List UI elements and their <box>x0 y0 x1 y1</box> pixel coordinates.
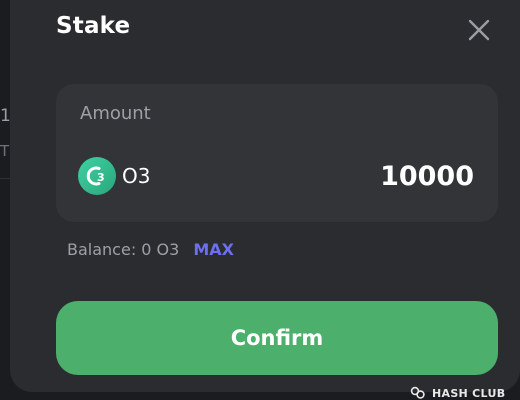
amount-card: Amount 3 O3 <box>56 84 498 222</box>
watermark-text: HASH CLUB <box>432 386 506 400</box>
token-logo-text: 3 <box>97 171 105 184</box>
token-selector[interactable]: 3 O3 <box>78 156 150 196</box>
amount-input[interactable] <box>274 156 474 196</box>
background-text: T <box>0 142 10 160</box>
stake-modal: Stake Amount 3 O3 Balance: 0 O3 <box>10 0 520 392</box>
watermark: HASH CLUB <box>410 386 505 400</box>
o3-token-logo: 3 <box>78 157 116 195</box>
hash-club-logo-icon <box>410 386 425 399</box>
close-button[interactable] <box>464 15 494 45</box>
token-name: O3 <box>122 164 151 188</box>
balance-text: Balance: 0 O3 <box>67 240 180 259</box>
max-button[interactable]: MAX <box>193 240 234 259</box>
balance-row: Balance: 0 O3 MAX <box>67 240 234 259</box>
modal-title: Stake <box>56 13 131 39</box>
amount-label: Amount <box>80 103 151 124</box>
confirm-button[interactable]: Confirm <box>56 301 498 375</box>
close-icon <box>468 19 490 41</box>
